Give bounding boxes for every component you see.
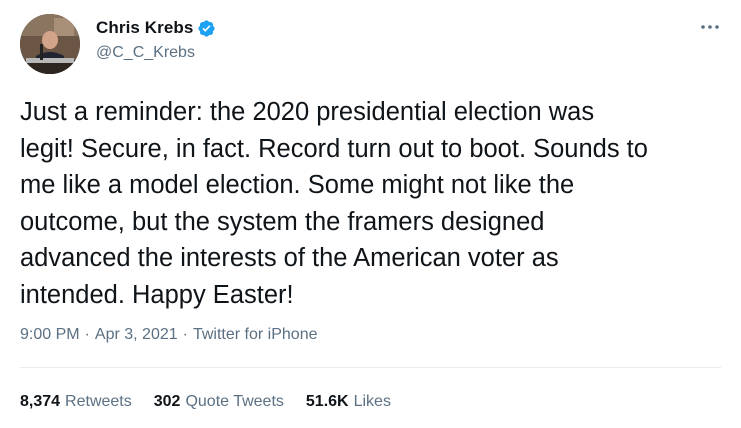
likes-count: 51.6K (305, 393, 349, 410)
tweet-text-line: legit! Secure, in fact. Record turn out … (20, 134, 648, 163)
user-handle[interactable]: @C_C_Krebs (96, 44, 195, 62)
likes-stat[interactable]: 51.6K Likes (306, 393, 391, 411)
divider (20, 367, 721, 368)
likes-label: Likes (353, 393, 391, 410)
tweet-text-line: intended. Happy Easter! (20, 280, 294, 309)
retweets-stat[interactable]: 8,374 Retweets (20, 393, 132, 411)
tweet-meta: 9:00 PM · Apr 3, 2021 · Twitter for iPho… (20, 326, 317, 344)
quote-tweets-count: 302 (153, 393, 181, 410)
meta-separator: · (84, 326, 90, 343)
tweet-text-line: advanced the interests of the American v… (20, 244, 559, 272)
author-name-row[interactable]: Chris Krebs (96, 18, 216, 38)
avatar[interactable] (20, 14, 80, 74)
tweet-text-line: Just a reminder: the 2020 presidential e… (20, 98, 595, 126)
engagement-stats: 8,374 Retweets 302 Quote Tweets 51.6K Li… (20, 393, 413, 411)
verified-badge-icon (197, 19, 216, 38)
meta-separator: · (182, 326, 188, 343)
tweet-date[interactable]: Apr 3, 2021 (95, 326, 178, 344)
quote-tweets-stat[interactable]: 302 Quote Tweets (154, 393, 284, 411)
tweet-text: Just a reminder: the 2020 presidential e… (20, 94, 725, 313)
tweet-time[interactable]: 9:00 PM (20, 326, 80, 344)
avatar-photo (20, 14, 80, 74)
tweet-text-line: me like a model election. Some might not… (20, 171, 575, 199)
tweet-source-link[interactable]: Twitter for iPhone (193, 326, 318, 344)
retweets-count: 8,374 (20, 393, 61, 410)
tweet-text-line: outcome, but the system the framers desi… (20, 207, 545, 236)
quote-tweets-label: Quote Tweets (185, 393, 284, 410)
display-name[interactable]: Chris Krebs (96, 18, 193, 38)
tweet-card: Chris Krebs @C_C_Krebs Just a reminder: … (0, 0, 741, 428)
retweets-label: Retweets (65, 393, 132, 410)
more-options-icon[interactable] (699, 16, 721, 38)
